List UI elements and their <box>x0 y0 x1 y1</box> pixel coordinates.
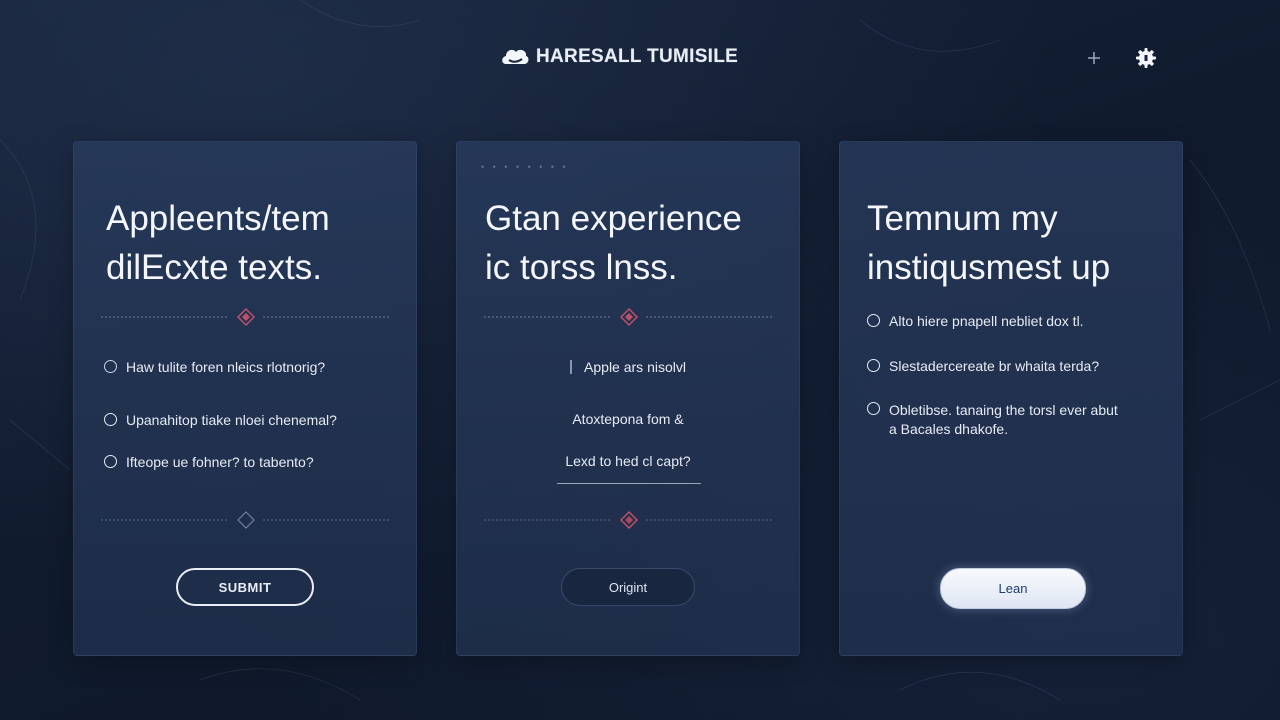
option-label: Alto hiere pnapell nebliet dox tl. <box>889 313 1084 329</box>
radio-button[interactable] <box>867 359 880 372</box>
option-1[interactable]: Haw tulite foren nleics rlotnorig? <box>104 359 404 375</box>
card-title-line-2: dilEcxte texts. <box>106 248 322 287</box>
radio-button[interactable] <box>104 413 117 426</box>
item-underline <box>557 483 701 484</box>
origin-button[interactable]: Origint <box>561 568 695 606</box>
radio-button[interactable] <box>104 360 117 373</box>
app-header: HARESALL TUMISILE <box>0 0 1280 110</box>
option-label: Upanahitop tiake nloei chenemal? <box>126 412 337 428</box>
card-dots: • • • • • • • • <box>481 162 569 172</box>
divider-bottom <box>484 510 774 530</box>
option-3[interactable]: Obletibse. tanaing the torsl ever abut a… <box>867 401 1167 439</box>
list-item-1[interactable]: Apple ars nisolvl <box>457 359 799 375</box>
option-2[interactable]: Slestadercereate br whaita terda? <box>867 358 1167 374</box>
card-title: Temnum my instiqusmest up <box>867 194 1157 292</box>
option-3[interactable]: Ifteope ue fohner? to tabento? <box>104 454 404 470</box>
card-title-line-1: Appleents/tem <box>106 199 330 238</box>
divider-top <box>484 307 774 327</box>
option-label: Slestadercereate br whaita terda? <box>889 358 1100 374</box>
item-label: Atoxtepona fom & <box>572 411 684 427</box>
brand-name: HARESALL TUMISILE <box>536 46 739 67</box>
card-title-line-1: Gtan experience <box>485 199 742 238</box>
divider-top <box>101 307 391 327</box>
learn-button[interactable]: Lean <box>940 568 1086 609</box>
list-item-3[interactable]: Lexd to hed cl capt? <box>457 453 799 469</box>
card-title-line-2: instiqusmest up <box>867 248 1111 287</box>
gear-icon[interactable] <box>1134 46 1158 70</box>
option-1[interactable]: Alto hiere pnapell nebliet dox tl. <box>867 313 1167 329</box>
card-title-line-2: ic torss lnss. <box>485 248 678 287</box>
diamond-ornament-icon <box>237 511 255 529</box>
radio-button[interactable] <box>104 455 117 468</box>
card-question-set-3: Temnum my instiqusmest up Alto hiere pna… <box>839 141 1183 656</box>
item-label: Lexd to hed cl capt? <box>565 453 691 469</box>
option-label: Ifteope ue fohner? to tabento? <box>126 454 314 470</box>
plus-icon[interactable] <box>1082 46 1106 70</box>
radio-button[interactable] <box>867 314 880 327</box>
card-title: Gtan experience ic torss lnss. <box>485 194 775 292</box>
option-label: Haw tulite foren nleics rlotnorig? <box>126 359 326 375</box>
cloud-logo-icon <box>502 49 529 64</box>
item-label: Apple ars nisolvl <box>584 359 686 375</box>
card-question-set-1: Appleents/tem dilEcxte texts. Haw tulite… <box>73 141 417 656</box>
card-title-line-1: Temnum my <box>867 199 1058 238</box>
option-2[interactable]: Upanahitop tiake nloei chenemal? <box>104 412 404 428</box>
divider-bottom <box>101 510 391 530</box>
card-question-set-2: • • • • • • • • Gtan experience ic torss… <box>456 141 800 656</box>
brand[interactable]: HARESALL TUMISILE <box>500 42 738 72</box>
submit-button[interactable]: SUBMIT <box>176 568 314 606</box>
option-label: Obletibse. tanaing the torsl ever abut a… <box>889 402 1118 437</box>
radio-button[interactable] <box>867 402 880 415</box>
item-marker <box>570 360 573 374</box>
list-item-2[interactable]: Atoxtepona fom & <box>457 411 799 427</box>
card-title: Appleents/tem dilEcxte texts. <box>106 194 396 292</box>
